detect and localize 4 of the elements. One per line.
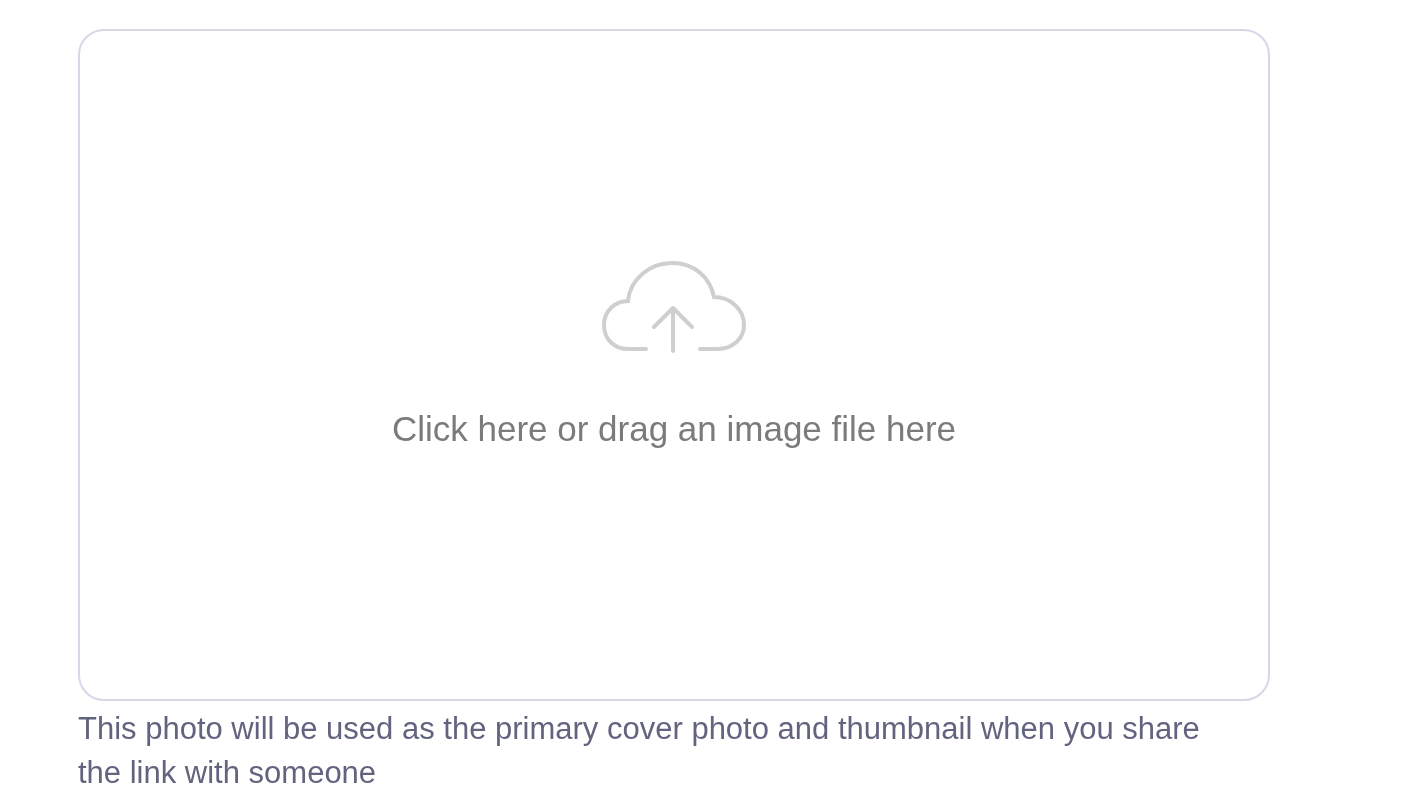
cloud-upload-icon [602, 260, 746, 355]
upload-dropzone[interactable]: Click here or drag an image file here [78, 29, 1270, 701]
help-text: This photo will be used as the primary cover photo and thumbnail when you share the link with someone [78, 710, 1201, 792]
upload-prompt: Click here or drag an image file here [391, 407, 957, 450]
